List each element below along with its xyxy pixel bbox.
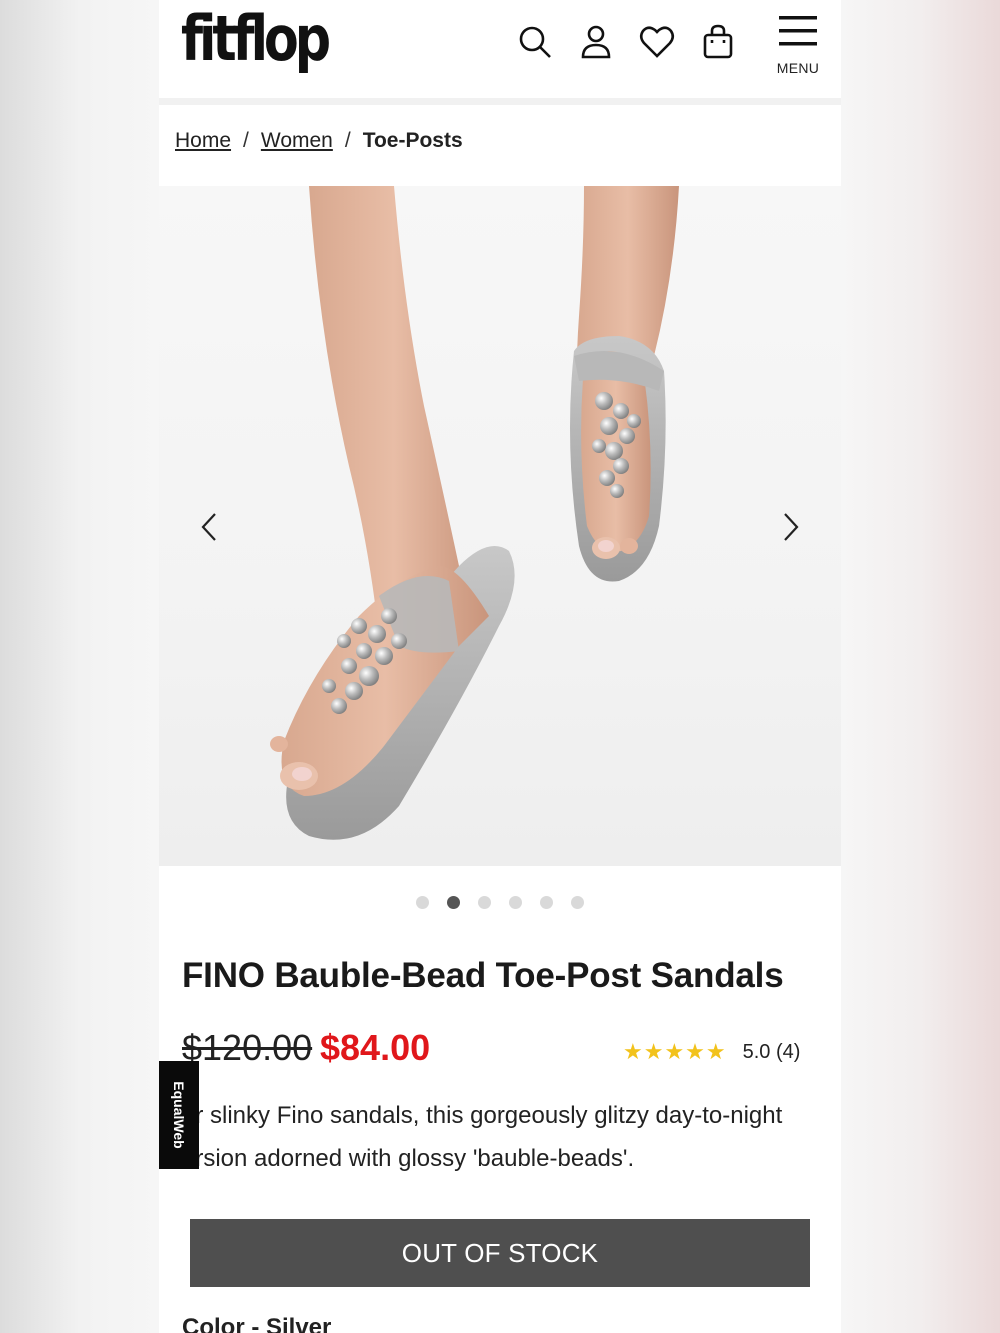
- menu-button[interactable]: MENU: [773, 12, 823, 82]
- product-title: FINO Bauble-Bead Toe-Post Sandals: [182, 956, 784, 995]
- rating-score: 5.0 (4): [742, 1041, 801, 1063]
- breadcrumb-separator: /: [243, 129, 249, 152]
- breadcrumb-current: Toe-Posts: [362, 129, 463, 152]
- color-label: Color - Silver: [182, 1314, 332, 1333]
- product-description: ur slinky Fino sandals, this gorgeously …: [182, 1102, 783, 1172]
- site-header: fitflop MENU: [159, 0, 841, 98]
- breadcrumb-home[interactable]: Home: [175, 129, 231, 153]
- product-rating[interactable]: ★★★★★ 5.0 (4): [623, 1040, 800, 1065]
- original-price: $120.00: [182, 1027, 313, 1068]
- carousel-dot-1[interactable]: [416, 896, 429, 909]
- header-divider: [159, 98, 841, 105]
- account-icon[interactable]: [576, 22, 616, 62]
- carousel-dot-3[interactable]: [478, 896, 491, 909]
- breadcrumb-separator: /: [344, 129, 351, 152]
- fitflop-logo[interactable]: fitflop: [181, 4, 331, 74]
- carousel-dot-5[interactable]: [540, 896, 553, 909]
- carousel-dot-4[interactable]: [509, 896, 522, 909]
- sale-price: $84.00: [320, 1027, 431, 1068]
- rating-stars: ★★★★★: [623, 1040, 727, 1065]
- wishlist-heart-icon[interactable]: [637, 22, 677, 62]
- product-page: fitflop MENU Home / Women / Toe-Posts FI…: [159, 0, 841, 1333]
- carousel-next-button[interactable]: [769, 502, 809, 552]
- carousel-prev-button[interactable]: [191, 502, 231, 552]
- search-icon[interactable]: [515, 22, 555, 62]
- carousel-dot-2[interactable]: [447, 896, 460, 909]
- carousel-pagination: [159, 896, 841, 909]
- shopping-bag-icon[interactable]: [698, 22, 738, 62]
- accessibility-widget-button[interactable]: EqualWeb: [159, 1061, 199, 1169]
- chevron-right-icon: [784, 513, 799, 541]
- breadcrumb: Home / Women / Toe-Posts: [175, 126, 463, 156]
- menu-label: MENU: [776, 60, 820, 76]
- equalweb-label: EqualWeb: [171, 1081, 187, 1149]
- out-of-stock-button[interactable]: OUT OF STOCK: [190, 1219, 810, 1287]
- product-photo: [270, 186, 679, 840]
- hamburger-menu-icon: [779, 16, 817, 46]
- carousel-dot-6[interactable]: [571, 896, 584, 909]
- breadcrumb-women[interactable]: Women: [261, 129, 333, 153]
- product-image-carousel[interactable]: [159, 186, 841, 866]
- chevron-left-icon: [201, 513, 216, 541]
